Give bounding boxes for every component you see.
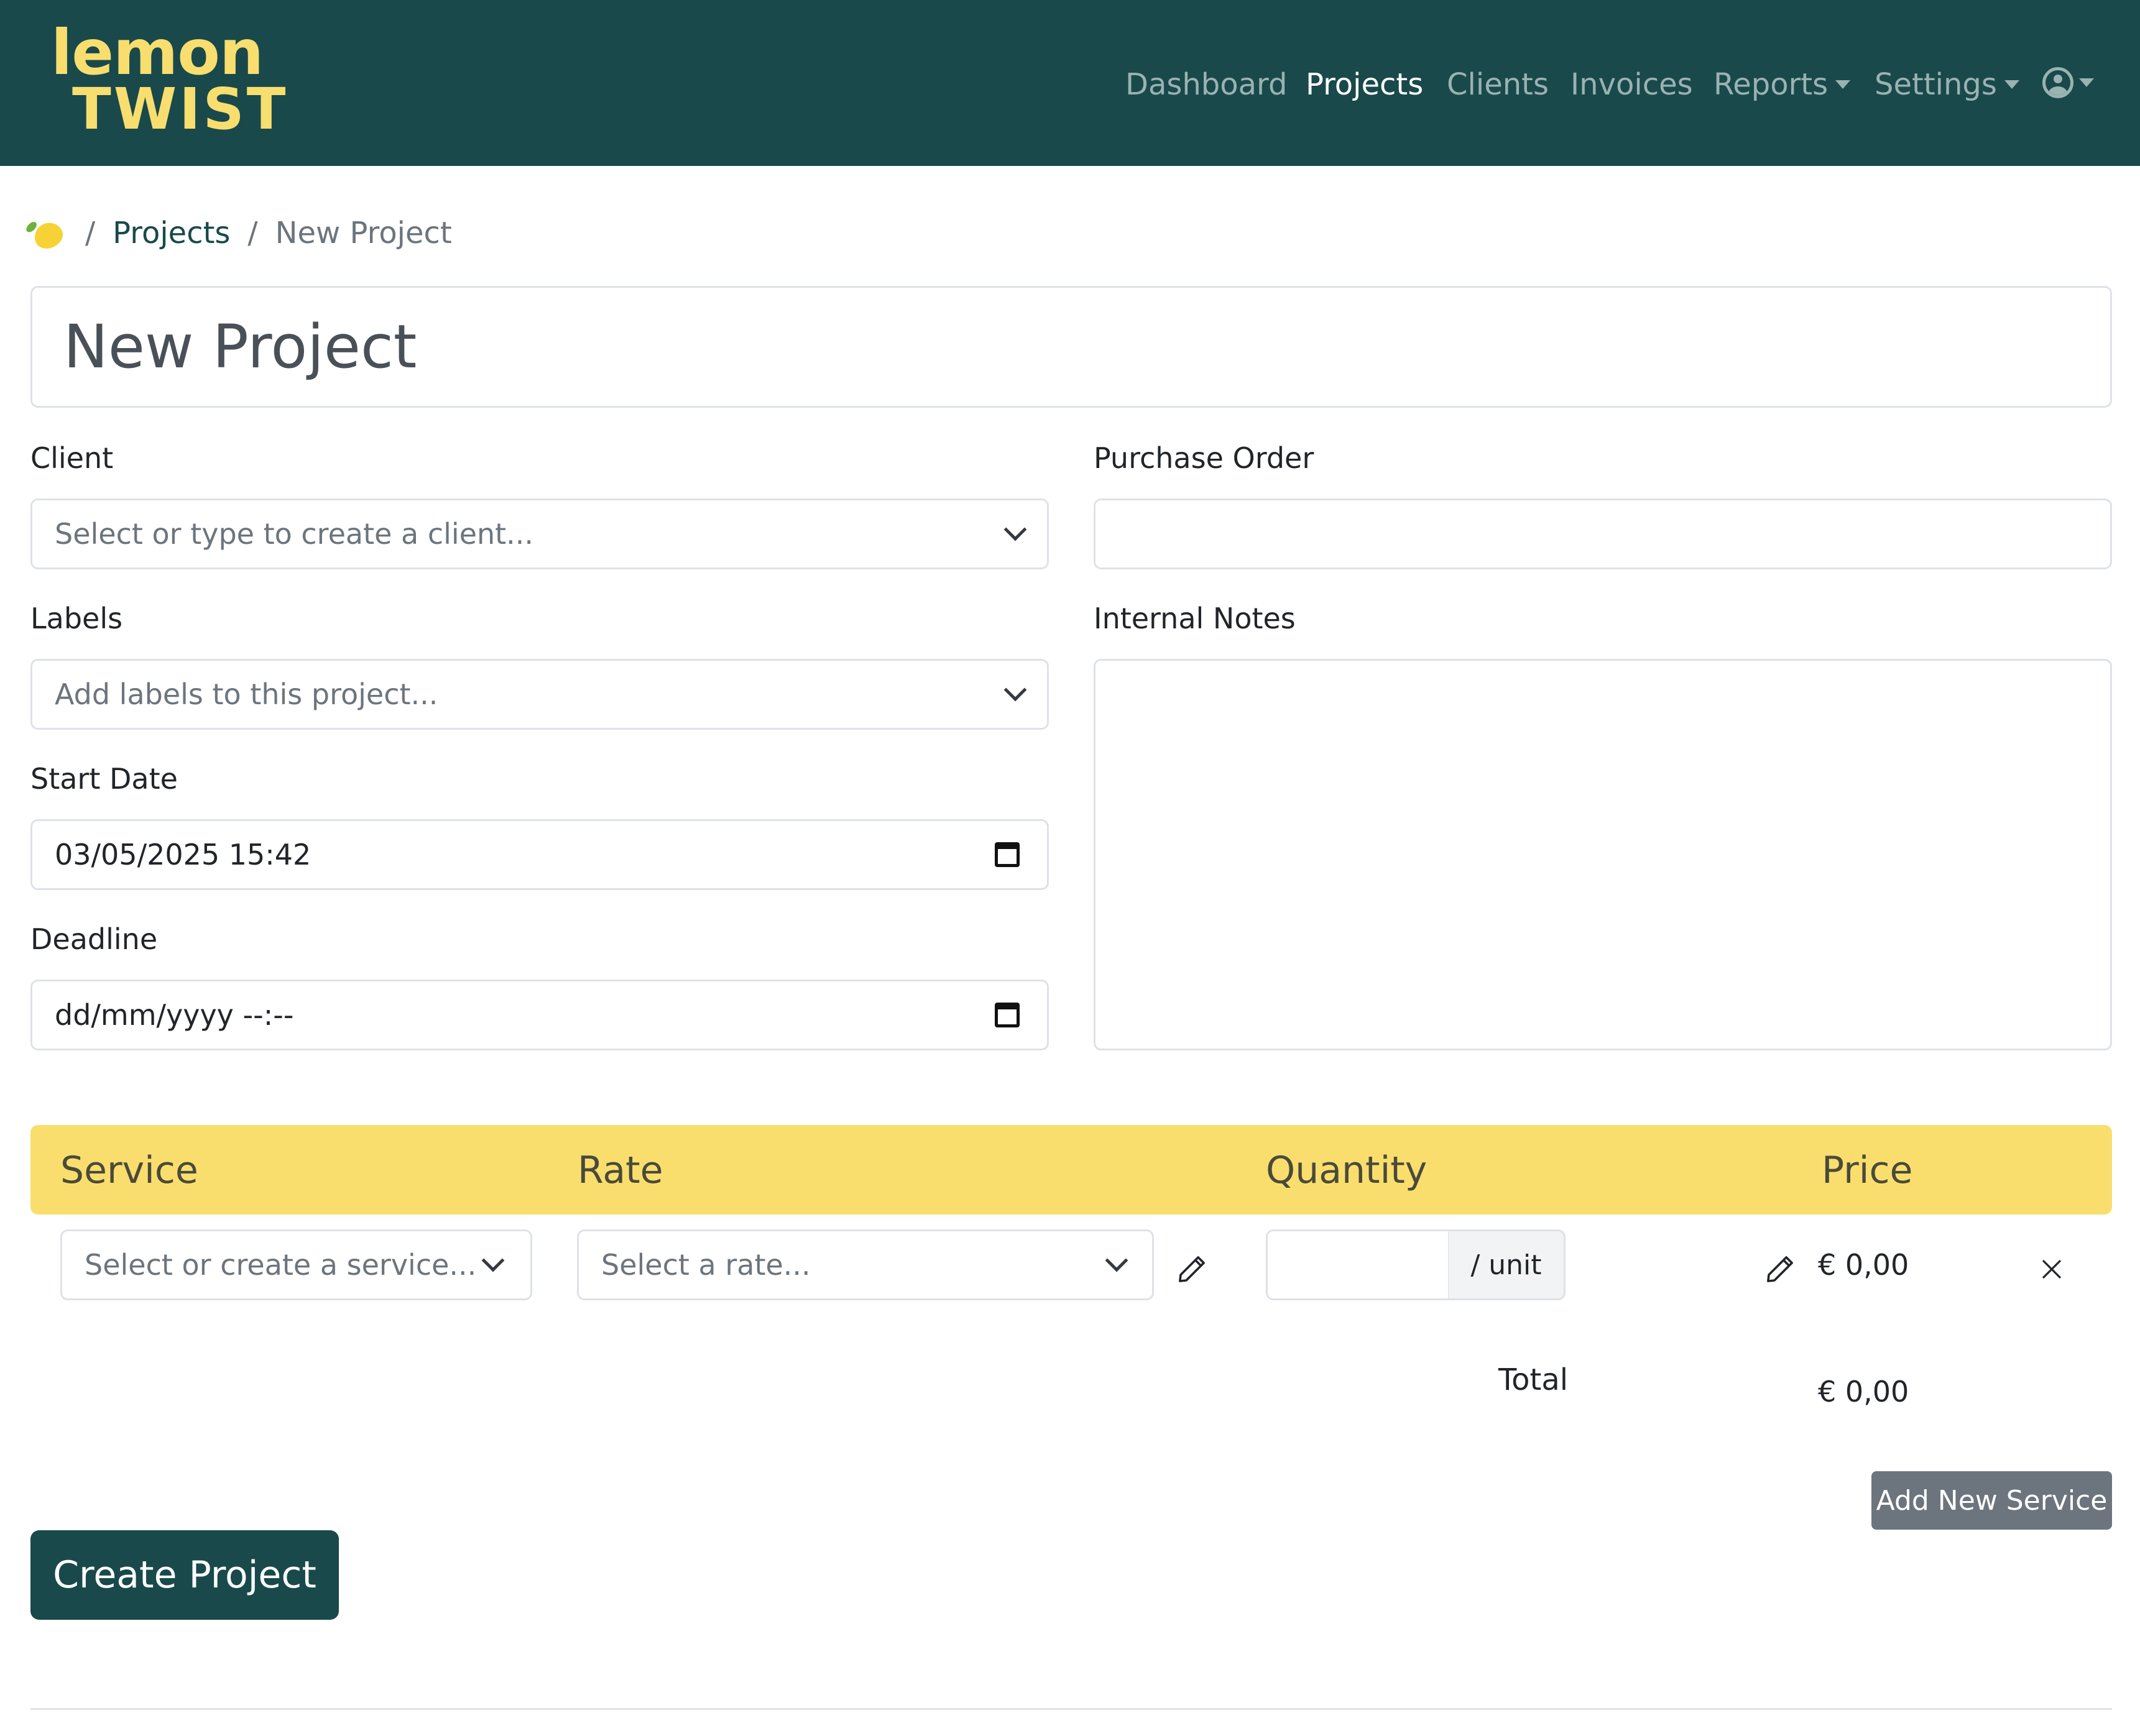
nav-settings-dropdown[interactable]: Settings (1875, 60, 2019, 109)
service-select[interactable]: Select or create a service... (60, 1229, 532, 1300)
remove-service-close-icon[interactable] (2039, 1257, 2064, 1282)
calendar-icon[interactable] (995, 842, 1020, 867)
header-price: Price (1822, 1149, 1913, 1192)
project-title-input[interactable]: New Project (30, 286, 2112, 408)
header-service: Service (60, 1149, 198, 1192)
deadline-label: Deadline (30, 922, 158, 956)
nav-dashboard[interactable]: Dashboard (1125, 60, 1287, 109)
total-label: Total (1498, 1362, 1569, 1397)
nav-reports-dropdown[interactable]: Reports (1713, 60, 1851, 109)
nav-projects[interactable]: Projects (1306, 60, 1423, 109)
start-date-label: Start Date (30, 762, 178, 796)
start-date-input[interactable]: 03/05/2025 15:42 (30, 819, 1049, 890)
client-label: Client (30, 441, 114, 475)
start-date-value: 03/05/2025 15:42 (55, 838, 311, 871)
edit-price-pencil-icon[interactable] (1763, 1252, 1797, 1286)
deadline-value: dd/mm/yyyy --:-- (55, 998, 294, 1032)
deadline-input[interactable]: dd/mm/yyyy --:-- (30, 980, 1049, 1050)
quantity-input[interactable] (1266, 1229, 1450, 1300)
internal-notes-label: Internal Notes (1094, 602, 1296, 635)
breadcrumb: / Projects / New Project (30, 211, 452, 255)
header-rate: Rate (578, 1149, 663, 1192)
labels-placeholder: Add labels to this project... (55, 677, 438, 711)
nav-invoices[interactable]: Invoices (1570, 60, 1693, 109)
internal-notes-textarea[interactable] (1094, 659, 2112, 1050)
breadcrumb-separator: / (85, 216, 96, 250)
row-price: € 0,00 (1818, 1248, 1909, 1282)
footer-divider (30, 1708, 2112, 1710)
labels-select[interactable]: Add labels to this project... (30, 659, 1049, 730)
user-circle-icon[interactable] (2042, 67, 2073, 98)
breadcrumb-projects-link[interactable]: Projects (113, 216, 230, 250)
client-placeholder: Select or type to create a client... (55, 517, 534, 551)
header-quantity: Quantity (1266, 1149, 1427, 1192)
services-table-header: Service Rate Quantity Price (30, 1125, 2112, 1215)
brand-logo-line2: TWIST (72, 76, 288, 142)
rate-select[interactable]: Select a rate... (577, 1229, 1154, 1300)
add-new-service-button[interactable]: Add New Service (1871, 1471, 2112, 1530)
nav-clients[interactable]: Clients (1447, 60, 1549, 109)
caret-down-icon (2004, 80, 2019, 89)
purchase-order-label: Purchase Order (1094, 441, 1314, 475)
user-menu-caret-icon[interactable] (2079, 78, 2094, 87)
purchase-order-input[interactable] (1094, 498, 2112, 569)
rate-placeholder: Select a rate... (601, 1248, 811, 1282)
labels-label: Labels (30, 602, 123, 635)
chevron-down-icon (1003, 518, 1027, 541)
edit-rate-pencil-icon[interactable] (1175, 1252, 1209, 1286)
calendar-icon[interactable] (995, 1003, 1020, 1027)
client-select[interactable]: Select or type to create a client... (30, 498, 1049, 569)
chevron-down-icon (481, 1249, 505, 1272)
project-title-value: New Project (63, 312, 417, 382)
lemon-icon[interactable] (30, 218, 67, 253)
breadcrumb-separator: / (247, 216, 258, 250)
top-navbar: lemon TWIST Dashboard Projects Clients I… (0, 0, 2140, 166)
unit-addon: / unit (1449, 1229, 1566, 1300)
service-placeholder: Select or create a service... (85, 1248, 477, 1282)
chevron-down-icon (1105, 1249, 1128, 1272)
total-value: € 0,00 (1818, 1375, 1909, 1408)
brand-logo[interactable]: lemon TWIST (51, 19, 287, 143)
chevron-down-icon (1003, 678, 1027, 702)
caret-down-icon (1835, 80, 1851, 89)
create-project-button[interactable]: Create Project (30, 1530, 339, 1620)
breadcrumb-current: New Project (275, 216, 452, 250)
